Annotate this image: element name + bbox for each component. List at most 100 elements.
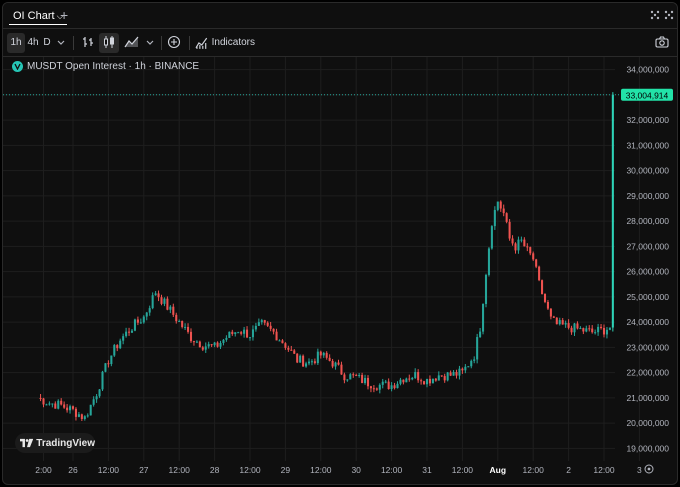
candle-body (378, 384, 381, 390)
candle-body (428, 378, 431, 384)
price-chart[interactable]: 33,004,914 34,000,000 32,000,000 31,000,000… (3, 3, 678, 485)
candle-body (484, 274, 488, 304)
candle-body (514, 243, 517, 251)
y-tick-label: 34,000,000 (626, 65, 669, 75)
x-tick-label: 28 (210, 465, 220, 475)
candle-body (600, 326, 603, 328)
candle-body (307, 361, 311, 364)
candle-body (476, 337, 479, 360)
candle-body (160, 297, 163, 304)
candle-body (502, 208, 505, 214)
candle-body (585, 328, 588, 332)
candle-body (237, 332, 240, 334)
candle-body (113, 345, 116, 356)
candle-body (605, 329, 608, 335)
candle-body (479, 331, 482, 338)
candle-body (470, 360, 473, 367)
candle-body (381, 381, 384, 385)
candle-body (48, 403, 51, 405)
candle-body (51, 403, 54, 405)
candle-body (151, 295, 154, 309)
candle-body (163, 298, 166, 304)
candle-body (125, 331, 128, 337)
y-tick-label: 31,000,000 (626, 140, 669, 150)
candle-body (107, 363, 110, 365)
x-tick-label: 12:00 (452, 465, 474, 475)
candle-body (399, 379, 402, 384)
candle-body (157, 293, 160, 298)
candle-body (42, 398, 45, 405)
candle-body (104, 363, 107, 372)
candle-body (520, 239, 523, 241)
y-tick-label: 29,000,000 (626, 191, 669, 201)
candle-body (493, 209, 496, 227)
candle-body (92, 399, 95, 405)
candle-body (446, 372, 449, 381)
candle-body (455, 371, 458, 376)
y-tick-label: 25,000,000 (626, 292, 669, 302)
candle-body (154, 293, 157, 296)
candle-body (189, 331, 193, 342)
candle-body (201, 347, 204, 350)
candle-body (254, 325, 257, 330)
candle-body (110, 355, 113, 365)
candle-body (57, 400, 60, 409)
candle-body (231, 331, 234, 335)
candle-body (541, 280, 544, 294)
candle-body (549, 308, 552, 317)
candle-body (195, 341, 198, 343)
candle-body (393, 385, 396, 389)
candle-body (546, 301, 549, 309)
x-tick-label: 12:00 (310, 465, 332, 475)
y-tick-label: 24,000,000 (626, 317, 669, 327)
candle-body (83, 416, 86, 419)
candle-body (420, 380, 423, 382)
candle-body (334, 362, 337, 367)
candle-body (369, 386, 372, 389)
candle-body (564, 323, 567, 325)
candle-body (499, 201, 502, 209)
tradingview-watermark[interactable]: TradingView (15, 433, 95, 453)
candle-body (305, 363, 308, 367)
candle-body (39, 397, 42, 399)
candle-body (228, 331, 231, 338)
gear-icon-center (647, 467, 651, 471)
candle-body (349, 374, 352, 380)
x-tick-label: 2:00 (35, 465, 52, 475)
legend-title: MUSDT Open Interest · 1h · BINANCE (27, 60, 200, 72)
y-tick-label: 21,000,000 (626, 393, 669, 403)
candle-body (251, 329, 254, 338)
candle-body (181, 321, 184, 327)
candle-body (396, 383, 399, 389)
candle-body (169, 306, 172, 310)
candle-body (139, 322, 142, 324)
candle-body (310, 361, 313, 363)
candle-body (63, 404, 66, 408)
x-tick-label: 12:00 (239, 465, 261, 475)
x-tick-label: 27 (139, 465, 149, 475)
candle-body (175, 314, 178, 322)
candle-body (405, 378, 408, 383)
candle-body (71, 406, 75, 409)
candle-body (319, 351, 322, 356)
y-tick-label: 22,000,000 (626, 368, 669, 378)
candle-body (532, 253, 535, 260)
candle-body (204, 346, 207, 350)
x-tick-label: 12:00 (381, 465, 403, 475)
candle-body (508, 221, 511, 239)
candle-body (95, 396, 98, 400)
candle-body (505, 213, 508, 222)
candle-body (296, 353, 299, 363)
candle-body (210, 344, 213, 346)
candle-body (166, 298, 169, 310)
candle-body (482, 303, 485, 332)
candle-body (464, 366, 467, 371)
candle-body (148, 308, 151, 313)
candle-body (423, 381, 426, 385)
candle-body (263, 320, 266, 323)
candle-body (272, 328, 275, 332)
candle-body (570, 327, 573, 333)
candle-body (302, 355, 305, 367)
candle-body (316, 351, 319, 364)
candle-body (145, 312, 148, 317)
